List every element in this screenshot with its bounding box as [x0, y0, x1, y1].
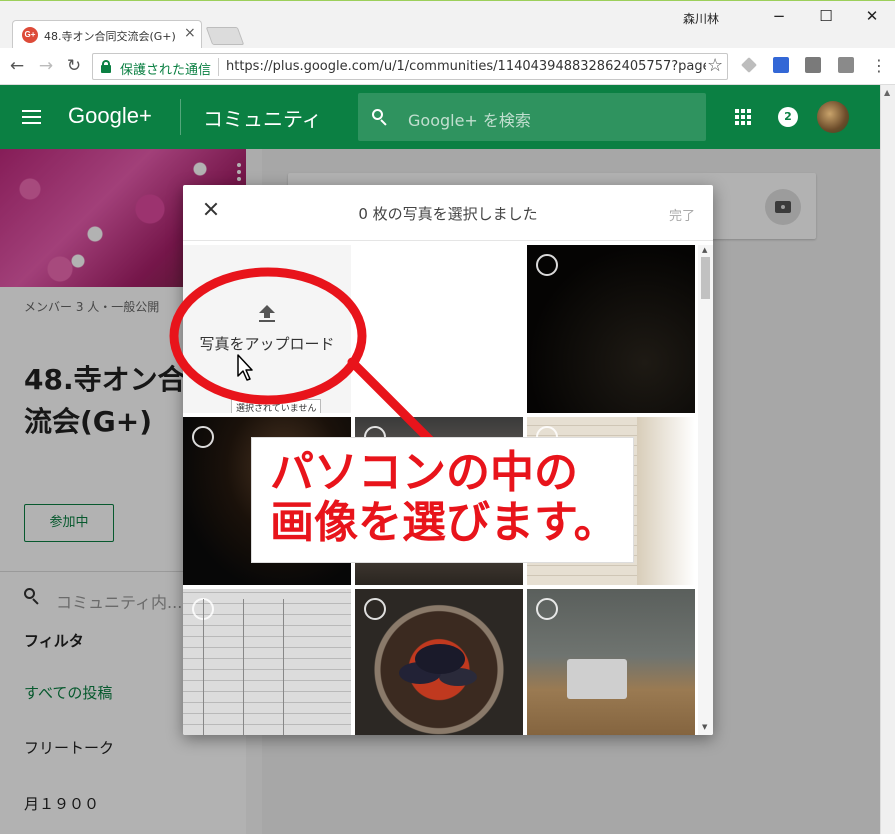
upload-label: 写真をアップロード [199, 335, 335, 353]
notification-badge[interactable]: 2 [778, 107, 798, 127]
empty-tile [355, 245, 523, 413]
address-bar[interactable]: 保護された通信 https://plus.google.com/u/1/comm… [92, 53, 728, 80]
done-button[interactable]: 完了 [669, 205, 695, 224]
select-circle-icon[interactable] [364, 598, 386, 620]
upload-photo-tile[interactable]: 写真をアップロード 選択されていません [183, 245, 351, 413]
avatar[interactable] [817, 101, 849, 133]
select-circle-icon[interactable] [192, 598, 214, 620]
scroll-up-icon[interactable]: ▲ [702, 246, 707, 254]
url-separator [218, 58, 219, 76]
photo-tile[interactable] [527, 245, 695, 413]
search-placeholder: Google+ を検索 [408, 111, 531, 130]
gplus-header: Google+ コミュニティ Google+ を検索 2 [0, 85, 880, 149]
window-user-name[interactable]: 森川林 [683, 10, 719, 27]
scrollbar-thumb[interactable] [701, 257, 710, 299]
url-text[interactable]: https://plus.google.com/u/1/communities/… [226, 59, 706, 74]
section-title: コミュニティ [203, 107, 322, 131]
annotation-callout: パソコンの中の 画像を選びます。 [251, 437, 634, 563]
dialog-scrollbar[interactable]: ▲ ▼ [698, 245, 713, 735]
back-icon[interactable]: ← [6, 55, 28, 77]
tab-close-icon[interactable]: × [184, 25, 196, 41]
gplus-search-box[interactable]: Google+ を検索 [358, 93, 706, 141]
select-circle-icon[interactable] [536, 598, 558, 620]
select-circle-icon[interactable] [536, 254, 558, 276]
select-circle-icon[interactable] [192, 426, 214, 448]
page-scrollbar[interactable]: ▲ [880, 85, 895, 834]
upload-icon [258, 305, 276, 323]
photo-tile[interactable] [527, 589, 695, 735]
browser-tab[interactable]: G+ 48.寺オン合同交流会(G+) × [12, 20, 202, 49]
browser-toolbar: ← → ↻ 保護された通信 https://plus.google.com/u/… [0, 48, 895, 85]
window-close-icon[interactable]: ✕ [857, 5, 887, 27]
photo-tile[interactable] [183, 589, 351, 735]
menu-icon[interactable] [22, 110, 41, 124]
tab-title: 48.寺オン合同交流会(G+) [44, 30, 176, 43]
apps-grid-icon[interactable] [735, 109, 751, 125]
forward-icon[interactable]: → [35, 55, 57, 77]
edit-extension-icon[interactable] [838, 57, 854, 73]
search-icon [372, 109, 387, 126]
maximize-icon[interactable]: ☐ [811, 5, 841, 27]
bookmark-star-icon[interactable]: ☆ [707, 55, 723, 76]
chart-extension-icon[interactable] [805, 57, 821, 73]
tooltip: 選択されていません [231, 399, 322, 413]
browser-menu-icon[interactable]: ⋮ [868, 55, 890, 77]
scroll-down-icon[interactable]: ▼ [702, 723, 707, 731]
drive-extension-icon[interactable] [741, 57, 757, 73]
gplus-logo[interactable]: Google+ [68, 103, 152, 129]
browser-titlebar: G+ 48.寺オン合同交流会(G+) × 森川林 − ☐ ✕ [0, 0, 895, 49]
reload-icon[interactable]: ↻ [63, 55, 85, 77]
new-tab-button[interactable] [205, 27, 245, 45]
dialog-header: 0 枚の写真を選択しました 完了 [183, 185, 713, 241]
security-label: 保護された通信 [120, 63, 212, 78]
photo-tile[interactable] [355, 589, 523, 735]
mouse-cursor-icon [237, 354, 253, 381]
google-plus-favicon-icon: G+ [22, 27, 38, 43]
lock-icon [101, 60, 111, 73]
bookmark-extension-icon[interactable] [773, 57, 789, 73]
header-divider [180, 99, 181, 135]
minimize-icon[interactable]: − [764, 5, 794, 27]
dialog-title: 0 枚の写真を選択しました [358, 205, 538, 223]
callout-text: パソコンの中の 画像を選びます。 [270, 447, 618, 548]
